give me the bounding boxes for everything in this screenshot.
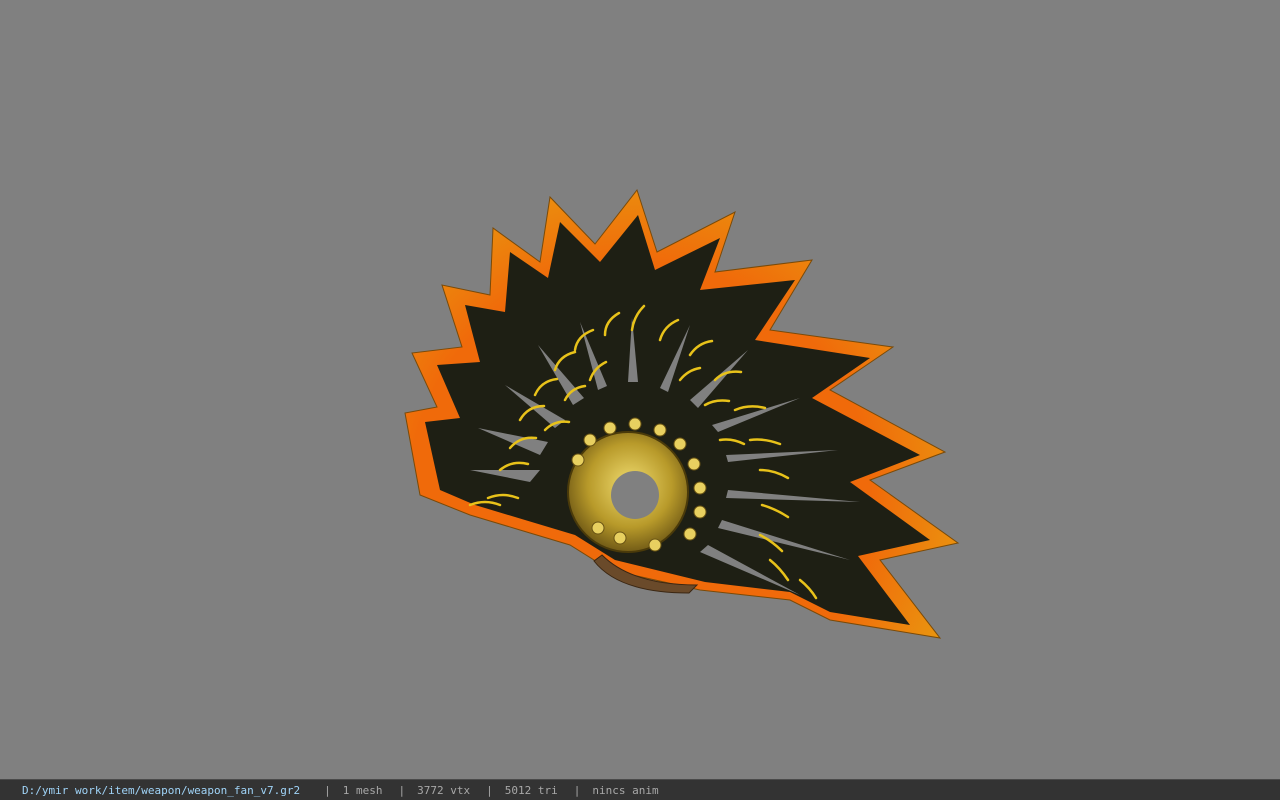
separator: | — [324, 783, 331, 797]
animation-status-label: nincs anim — [592, 783, 659, 797]
separator: | — [486, 783, 493, 797]
3d-viewport[interactable] — [0, 0, 1280, 779]
vertex-count-label: 3772 vtx — [417, 783, 471, 797]
separator: | — [398, 783, 406, 797]
triangle-count-label: 5012 tri — [504, 783, 558, 797]
status-bar: D:/ymir work/item/weapon/weapon_fan_v7.g… — [0, 779, 1280, 800]
fan-weapon-model[interactable] — [0, 0, 1280, 779]
fan-hub-hole — [611, 471, 659, 519]
file-path-label: D:/ymir work/item/weapon/weapon_fan_v7.g… — [22, 783, 301, 797]
separator: | — [573, 783, 581, 797]
mesh-count-label: 1 mesh — [342, 783, 383, 797]
